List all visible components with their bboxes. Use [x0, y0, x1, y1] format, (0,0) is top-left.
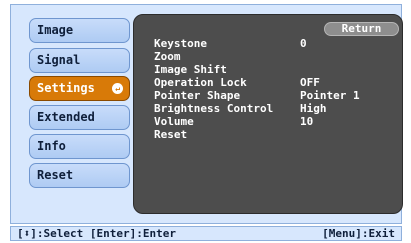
item-value: OFF — [300, 76, 320, 89]
item-label: Operation Lock — [154, 76, 247, 89]
status-hint-exit: [Menu]:Exit — [322, 227, 395, 240]
tab-label: Reset — [37, 168, 74, 182]
item-label: Reset — [154, 128, 188, 141]
tab-label: Settings — [37, 81, 95, 95]
menu-item-operation-lock[interactable]: Operation Lock OFF — [152, 76, 402, 89]
tab-label: Info — [37, 139, 66, 153]
item-label: Keystone — [154, 37, 207, 50]
tab-extended[interactable]: Extended — [29, 105, 130, 130]
menu-item-reset[interactable]: Reset — [152, 128, 402, 141]
menu-item-keystone[interactable]: Keystone 0 — [152, 37, 402, 50]
tab-info[interactable]: Info — [29, 134, 130, 159]
item-value: High — [300, 102, 327, 115]
tab-signal[interactable]: Signal — [29, 48, 130, 73]
menu-item-volume[interactable]: Volume 10 — [152, 115, 402, 128]
enter-icon: ↵ — [112, 83, 123, 94]
tab-reset[interactable]: Reset — [29, 163, 130, 188]
menu-item-pointer-shape[interactable]: Pointer Shape Pointer 1 — [152, 89, 402, 102]
menu-item-zoom[interactable]: Zoom — [152, 50, 402, 63]
projector-menu: Image Signal Settings ↵ Extended Info Re… — [10, 4, 403, 224]
item-label: Image Shift — [154, 63, 227, 76]
item-value: 10 — [300, 115, 314, 128]
menu-item-image-shift[interactable]: Image Shift — [152, 63, 402, 76]
item-label: Volume — [154, 115, 194, 128]
settings-panel: Return Keystone 0 Zoom Image Shift Opera… — [133, 14, 403, 214]
return-button[interactable]: Return — [324, 22, 399, 36]
tab-image[interactable]: Image — [29, 18, 130, 43]
item-value: Pointer 1 — [300, 89, 360, 102]
item-value: 0 — [300, 37, 307, 50]
tab-settings[interactable]: Settings ↵ — [29, 76, 130, 101]
item-label: Pointer Shape — [154, 89, 241, 102]
status-hint-select-enter: [⬍]:Select [Enter]:Enter — [17, 227, 176, 240]
tab-label: Image — [37, 23, 74, 37]
item-label: Brightness Control — [154, 102, 274, 115]
status-bar: [⬍]:Select [Enter]:Enter [Menu]:Exit — [10, 226, 402, 241]
menu-item-brightness-control[interactable]: Brightness Control High — [152, 102, 402, 115]
item-label: Zoom — [154, 50, 181, 63]
tab-label: Signal — [37, 53, 81, 67]
tab-label: Extended — [37, 110, 95, 124]
